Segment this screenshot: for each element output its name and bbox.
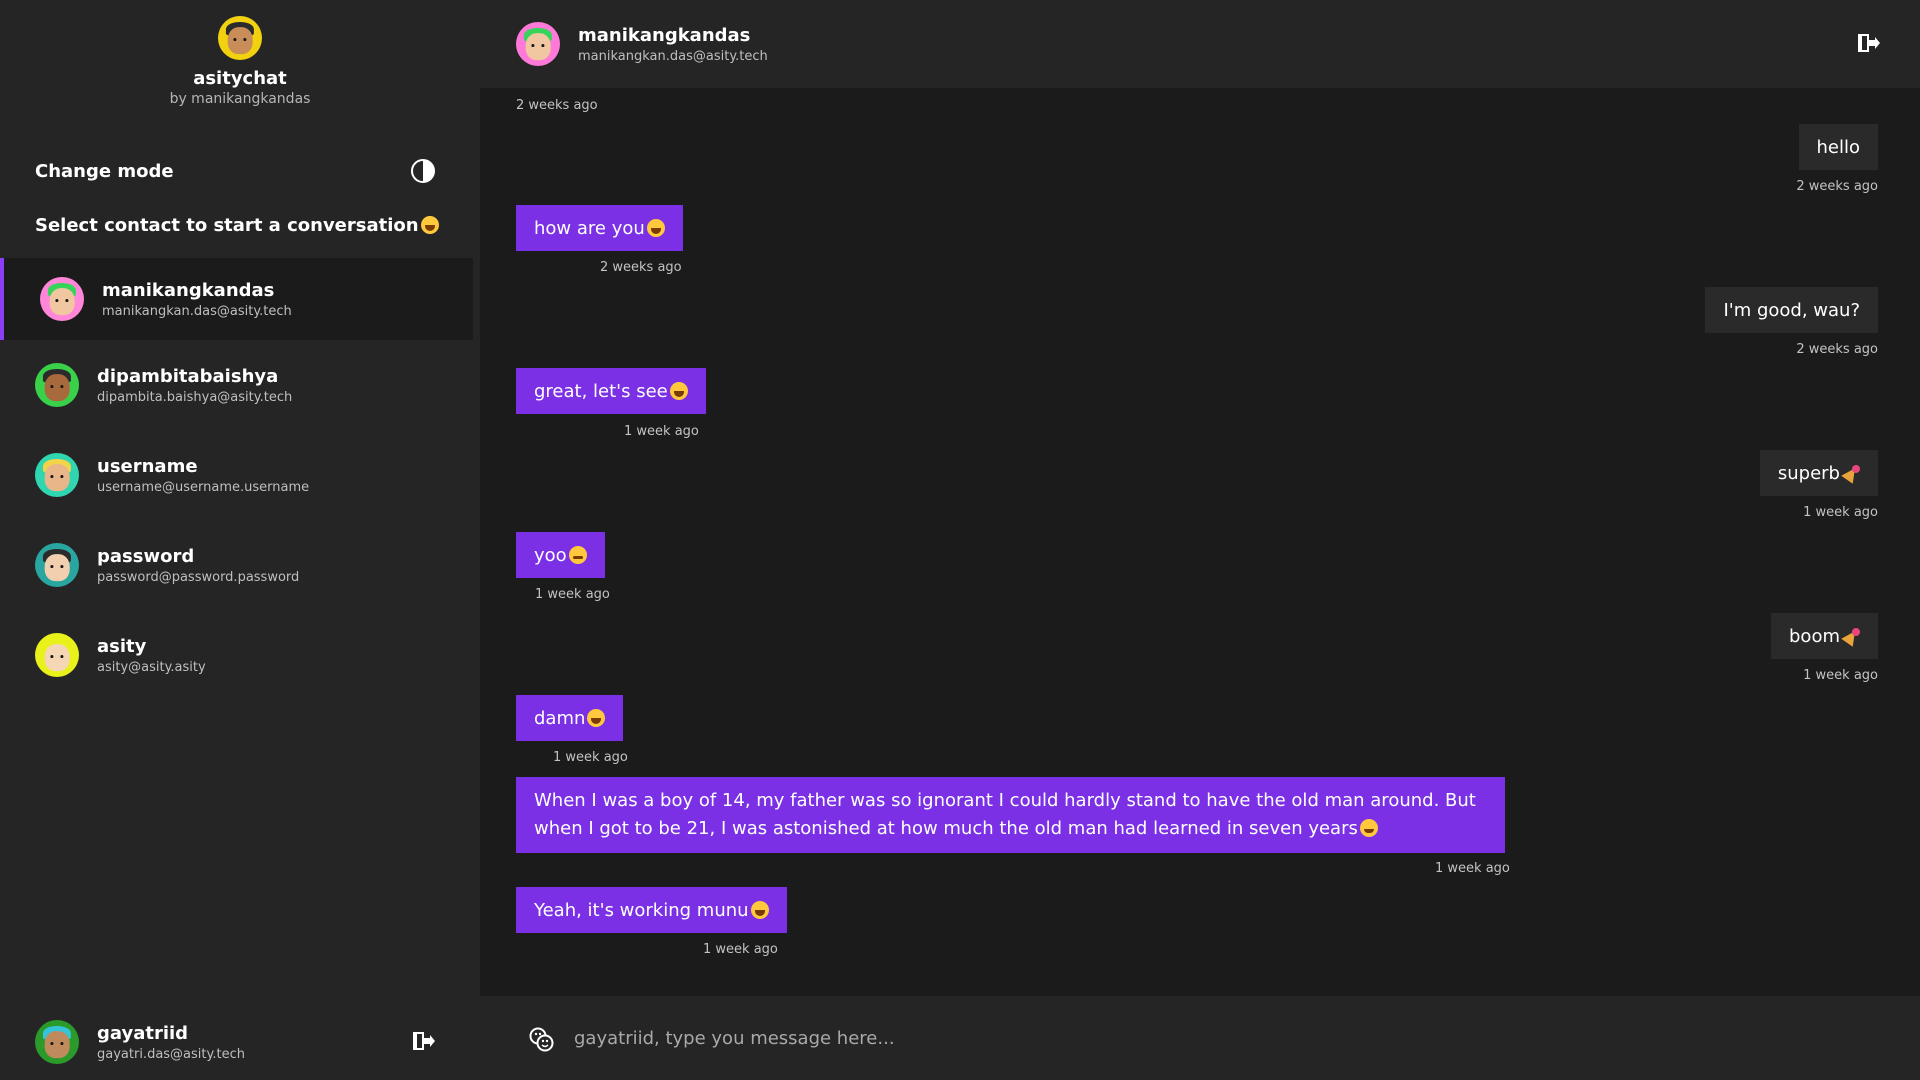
message-timestamp: 1 week ago — [1803, 668, 1878, 683]
change-mode-label: Change mode — [35, 160, 174, 182]
message-timestamp: 2 weeks ago — [516, 98, 598, 113]
message-timestamp: 2 weeks ago — [600, 260, 682, 275]
message-bubble-incoming: damn — [516, 695, 624, 741]
message-timestamp: 1 week ago — [624, 424, 699, 439]
logout-icon[interactable] — [411, 1030, 435, 1052]
message-bubble-outgoing: boom — [1771, 613, 1878, 659]
party-popper-icon — [1842, 464, 1860, 482]
contact-item-dipambitabaishya[interactable]: dipambitabaishya dipambita.baishya@asity… — [0, 340, 473, 430]
app-avatar — [218, 16, 262, 60]
change-mode-row: Change mode — [35, 156, 435, 186]
avatar — [40, 277, 84, 321]
contact-name: username — [97, 455, 198, 477]
contact-email: username@username.username — [97, 479, 310, 495]
chat-header: manikangkandas manikangkan.das@asity.tec… — [480, 0, 1920, 88]
contact-email: password@password.password — [97, 569, 300, 585]
message-timestamp: 1 week ago — [1435, 861, 1510, 876]
message-bubble-incoming: great, let's see — [516, 368, 706, 414]
contact-item-manikangkandas[interactable]: manikangkandas manikangkan.das@asity.tec… — [0, 258, 473, 340]
avatar — [35, 453, 79, 497]
message-list: 2 weeks ago hello 2 weeks ago how are yo… — [516, 88, 1878, 996]
message-input[interactable] — [564, 1016, 1864, 1060]
avatar — [35, 633, 79, 677]
current-user-name: gayatriid — [97, 1022, 189, 1044]
grin-emoji-icon — [750, 901, 769, 919]
message-timestamp: 1 week ago — [553, 750, 628, 765]
current-user-avatar — [35, 1020, 79, 1064]
select-contact-label: Select contact to start a conversation — [35, 215, 439, 236]
contact-name: password — [97, 545, 195, 567]
contact-email: manikangkan.das@asity.tech — [102, 303, 292, 319]
smiley-picker-icon[interactable] — [528, 1026, 554, 1052]
contact-email: dipambita.baishya@asity.tech — [97, 389, 293, 405]
message-bubble-outgoing: I'm good, wau? — [1705, 287, 1878, 333]
message-timestamp: 1 week ago — [703, 942, 778, 957]
logout-icon[interactable] — [1856, 32, 1880, 54]
message-bubble-incoming: how are you — [516, 205, 683, 251]
message-timestamp: 2 weeks ago — [1796, 342, 1878, 357]
app-title: asitychat — [193, 68, 287, 89]
contact-list: manikangkandas manikangkan.das@asity.tec… — [0, 258, 473, 700]
message-bubble-incoming: When I was a boy of 14, my father was so… — [516, 777, 1505, 853]
message-timestamp: 2 weeks ago — [1796, 179, 1878, 194]
app-byline: by manikangkandas — [169, 91, 311, 107]
avatar — [35, 363, 79, 407]
message-composer — [480, 996, 1920, 1080]
contact-item-username[interactable]: username username@username.username — [0, 430, 473, 520]
chat-header-name: manikangkandas — [578, 24, 751, 46]
message-bubble-outgoing: superb — [1759, 450, 1878, 496]
grin-emoji-icon — [587, 709, 606, 727]
contact-name: dipambitabaishya — [97, 365, 279, 387]
message-bubble-outgoing: hello — [1798, 124, 1878, 170]
chat-header-avatar — [516, 22, 560, 66]
grin-emoji-icon — [420, 216, 439, 234]
message-bubble-incoming: yoo — [516, 532, 605, 578]
current-user-email: gayatri.das@asity.tech — [97, 1046, 245, 1062]
contact-email: asity@asity.asity — [97, 659, 206, 675]
brand: asitychat by manikangkandas — [0, 16, 480, 107]
grin-emoji-icon — [669, 382, 688, 400]
sidebar: asitychat by manikangkandas Change mode … — [0, 0, 480, 1080]
party-popper-icon — [1842, 627, 1860, 645]
message-timestamp: 1 week ago — [535, 587, 610, 602]
contact-item-password[interactable]: password password@password.password — [0, 520, 473, 610]
half-circle-icon[interactable] — [411, 159, 435, 183]
contact-item-asity[interactable]: asity asity@asity.asity — [0, 610, 473, 700]
message-timestamp: 1 week ago — [1803, 505, 1878, 520]
current-user-bar: gayatriid gayatri.das@asity.tech — [35, 1016, 435, 1068]
contact-name: asity — [97, 635, 147, 657]
contact-name: manikangkandas — [102, 279, 275, 301]
message-bubble-incoming: Yeah, it's working munu — [516, 887, 787, 933]
avatar — [35, 543, 79, 587]
thinking-emoji-icon — [568, 546, 587, 564]
chat-header-email: manikangkan.das@asity.tech — [578, 48, 768, 64]
blush-emoji-icon — [1359, 819, 1378, 837]
grin-emoji-icon — [646, 219, 665, 237]
